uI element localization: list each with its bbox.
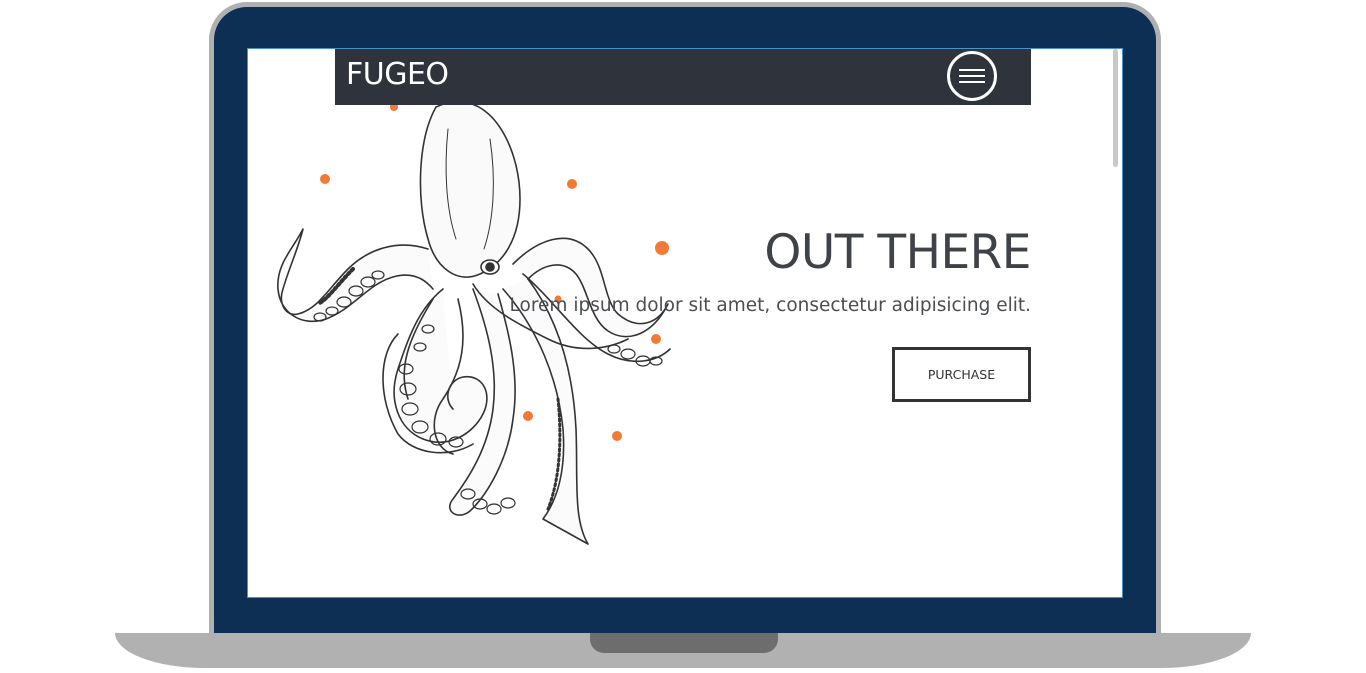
- site-header: FUGEO: [335, 49, 1031, 105]
- laptop-screen: FUGEO OUT THERE Lorem ipsum dolor sit am…: [247, 48, 1123, 598]
- purchase-button[interactable]: PURCHASE: [892, 347, 1031, 402]
- site-logo[interactable]: FUGEO: [346, 57, 449, 92]
- hamburger-menu-icon: [959, 69, 985, 71]
- hero-subtitle: Lorem ipsum dolor sit amet, consectetur …: [509, 295, 1031, 316]
- hero-title: OUT THERE: [764, 225, 1031, 280]
- hamburger-menu-button[interactable]: [947, 51, 997, 101]
- laptop-notch: [590, 633, 778, 653]
- octopus-illustration: [277, 101, 671, 545]
- scrollbar-thumb[interactable]: [1113, 49, 1118, 167]
